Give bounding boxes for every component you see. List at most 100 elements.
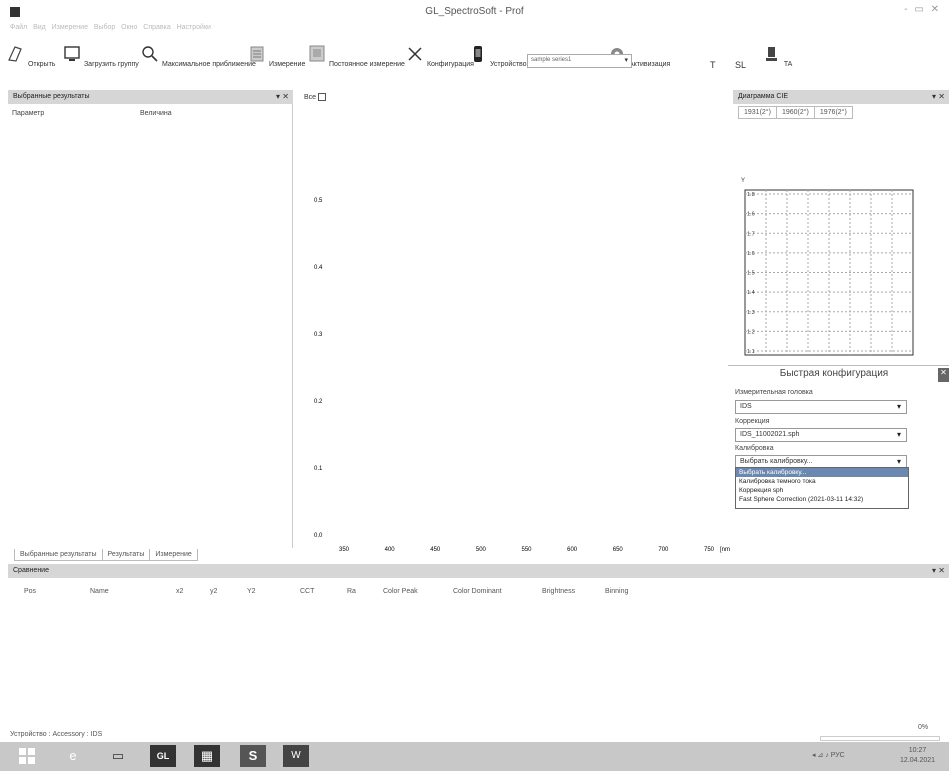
window-controls[interactable]: - ▭ ✕ — [904, 4, 941, 15]
continuous-measure-button[interactable]: Постоянное измерение — [307, 44, 405, 68]
pin-close-icon[interactable]: ▾ ✕ — [276, 92, 289, 101]
calibration-option[interactable]: Коррекция sph — [736, 486, 908, 495]
device-icon — [474, 46, 482, 62]
col-x2[interactable]: x2 — [176, 588, 183, 595]
taskbar: e ▭ GL ▦ S W ◂ ⊿ ♪ РУС 10:27 12.04.2021 — [0, 742, 949, 771]
correction-select[interactable]: IDS_11002021.sph ▾ — [735, 428, 907, 442]
browser-icon[interactable]: e — [60, 745, 86, 767]
head-select[interactable]: IDS ▾ — [735, 400, 907, 414]
tab-cie-1976[interactable]: 1976(2°) — [813, 106, 853, 119]
y-tick-label: 0.5 — [314, 198, 323, 204]
x-tick-label: 650 — [613, 547, 624, 553]
comparison-header: Сравнение ▾ ✕ — [8, 564, 949, 578]
col-y2[interactable]: y2 — [210, 588, 217, 595]
col-ra[interactable]: Ra — [347, 588, 356, 595]
col-Y2[interactable]: Y2 — [247, 588, 256, 595]
start-button[interactable] — [14, 745, 40, 767]
tab-selected-results[interactable]: Выбранные результаты — [14, 549, 103, 561]
menu-item-view[interactable]: Вид — [33, 24, 46, 31]
tab-cie-1960[interactable]: 1960(2°) — [775, 106, 815, 119]
tab-results[interactable]: Результаты — [101, 549, 151, 561]
calibration-option[interactable]: Fast Sphere Correction (2021-03-11 14:32… — [736, 495, 908, 504]
col-color-dominant[interactable]: Color Dominant — [453, 588, 502, 595]
devices-button[interactable]: Устройство — [468, 44, 527, 68]
continuous-measure-icon — [309, 45, 325, 62]
tab-cie-1931[interactable]: 1931(2°) — [738, 106, 777, 119]
calibration-label: Калибровка — [735, 445, 774, 452]
menu-item-window[interactable]: Окно — [121, 24, 137, 31]
quick-config-close[interactable]: ✕ — [938, 368, 949, 382]
y-tick-label: 0.0 — [314, 533, 323, 539]
skype-icon[interactable]: S — [240, 745, 266, 767]
explorer-folder-icon[interactable]: ▭ — [105, 745, 131, 767]
menu-item-measure[interactable]: Измерение — [52, 24, 88, 31]
open-button[interactable]: Открыть — [6, 44, 55, 68]
col-name[interactable]: Name — [90, 588, 109, 595]
tray-icons[interactable]: ◂ ⊿ ♪ РУС — [812, 751, 845, 759]
calibration-option[interactable]: Калибровка темного тока — [736, 477, 908, 486]
toolbar: Открыть Загрузить группу Максимальное пр… — [0, 40, 949, 90]
col-brightness[interactable]: Brightness — [542, 588, 575, 595]
window-title: GL_SpectroSoft - Prof — [425, 6, 524, 17]
y-tick-label: 0.1 — [314, 466, 323, 472]
col-pos[interactable]: Pos — [24, 588, 36, 595]
devices-label: Устройство — [489, 61, 527, 68]
all-checkbox[interactable] — [318, 93, 327, 101]
sl-button[interactable]: SL — [735, 60, 746, 70]
tab-measurement[interactable]: Измерение — [149, 549, 198, 561]
pin-close-icon[interactable]: ▾ ✕ — [932, 566, 945, 575]
comparison-columns: Pos Name x2 y2 Y2 CCT Ra Color Peak Colo… — [0, 588, 949, 600]
cie-panel-header: Диаграмма CIE ▾ ✕ — [733, 90, 949, 104]
load-group-button[interactable]: Загрузить группу — [62, 44, 139, 68]
cie-y-tick-label: 1.6 — [747, 251, 755, 257]
cie-y-tick-label: 1.8 — [747, 192, 755, 198]
pin-close-icon[interactable]: ▾ ✕ — [932, 92, 945, 101]
y-tick-label: 0.2 — [314, 399, 323, 405]
tools-icon — [408, 47, 422, 61]
correction-select-value: IDS_11002021.sph — [740, 431, 800, 438]
activation-label: Активизация — [628, 61, 671, 68]
open-folder-icon — [8, 46, 22, 62]
status-bar: Устройство : Accessory : IDS — [0, 728, 949, 742]
col-value: Величина — [140, 110, 172, 117]
col-binning[interactable]: Binning — [605, 588, 628, 595]
max-approx-button[interactable]: Максимальное приближение — [140, 44, 256, 68]
measure-button[interactable]: Измерение — [247, 44, 305, 68]
config-button[interactable]: Конфигурация — [405, 44, 474, 68]
menu-item-settings[interactable]: Настройки — [177, 24, 211, 31]
chevron-down-icon: ▾ — [896, 402, 901, 411]
menu-bar[interactable]: Файл Вид Измерение Выбор Окно Справка На… — [10, 24, 211, 31]
cie-panel-title: Диаграмма CIE — [738, 93, 789, 100]
head-label: Измерительная головка — [735, 389, 813, 396]
comparison-title: Сравнение — [13, 567, 49, 574]
config-label: Конфигурация — [426, 61, 474, 68]
word-icon[interactable]: W — [283, 745, 309, 767]
windows-logo-icon — [19, 748, 35, 764]
col-cct[interactable]: CCT — [300, 588, 314, 595]
menu-item-select[interactable]: Выбор — [94, 24, 116, 31]
calibration-dropdown-list: Выбрать калибровку... Калибровка темного… — [735, 467, 909, 509]
all-checkbox-row[interactable]: Все — [304, 93, 327, 101]
x-tick-label: 450 — [430, 547, 441, 553]
cie-y-tick-label: 1.4 — [747, 290, 755, 296]
sample-select[interactable]: sample series1 ▾ — [527, 54, 632, 68]
menu-item-help[interactable]: Справка — [143, 24, 170, 31]
head-select-value: IDS — [740, 403, 752, 410]
chevron-down-icon: ▾ — [896, 457, 901, 466]
left-panel-tabs: Выбранные результаты Результаты Измерение — [14, 549, 198, 561]
calculator-icon[interactable]: ▦ — [194, 745, 220, 767]
ta-button[interactable]: TA — [762, 44, 792, 68]
spectrosoft-taskbar-icon[interactable]: GL — [150, 745, 176, 767]
calibration-option[interactable]: Выбрать калибровку... — [736, 468, 908, 477]
t-button[interactable]: T — [710, 60, 716, 70]
cie-tabs: 1931(2°) 1960(2°) 1976(2°) — [738, 106, 853, 119]
x-tick-label: 350 — [339, 547, 350, 553]
menu-item-file[interactable]: Файл — [10, 24, 27, 31]
clock[interactable]: 10:27 12.04.2021 — [900, 746, 935, 766]
col-color-peak[interactable]: Color Peak — [383, 588, 418, 595]
cie-y-tick-label: 1.2 — [747, 329, 755, 335]
monitor-icon — [64, 46, 80, 61]
x-axis-unit: [nm] — [720, 547, 730, 553]
col-param: Параметр — [12, 110, 45, 117]
load-group-label: Загрузить группу — [83, 61, 139, 68]
